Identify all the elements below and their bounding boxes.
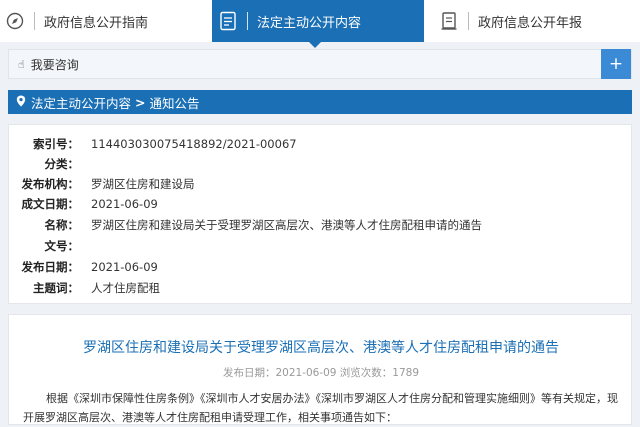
info-row-publisher: 发布机构： 罗湖区住房和建设局 [9,174,195,194]
article-body: 根据《深圳市保障性住房条例》《深圳市人才安居办法》《深圳市罗湖区人才住房分配和管… [23,392,618,424]
info-value: 2021-06-09 [91,260,158,274]
info-key: 主题词： [33,281,79,295]
tab-divider [34,12,35,30]
info-key: 发布日期： [21,260,80,274]
info-row-doc-number: 文号： [9,236,91,256]
top-tabs: 政府信息公开指南 法定主动公开内容 政府信息公开年报 [0,0,640,48]
tab-divider [247,12,248,30]
info-value: 人才住房配租 [91,281,160,295]
hand-pointer-icon: ☝ [18,57,25,71]
tab-statutory-content[interactable]: 法定主动公开内容 [212,0,424,48]
article: 罗湖区住房和建设局关于受理罗湖区高层次、港澳等人才住房配租申请的通告 发布日期：… [8,314,632,425]
breadcrumb-current[interactable]: 通知公告 [150,93,200,112]
article-title: 罗湖区住房和建设局关于受理罗湖区高层次、港澳等人才住房配租申请的通告 [83,340,559,356]
info-value: 2021-06-09 [91,197,158,211]
info-key: 发布机构： [21,177,80,191]
tab-disclosure-guide[interactable]: 政府信息公开指南 [0,0,212,42]
compass-icon [6,12,24,30]
info-row-subject: 主题词： 人才住房配租 [9,278,160,298]
info-value: 114403030075418892/2021-00067 [91,137,297,151]
info-row-name: 名称： 罗湖区住房和建设局关于受理罗湖区高层次、港澳等人才住房配租申请的通告 [9,215,483,235]
info-row-created-date: 成文日期： 2021-06-09 [9,194,158,214]
consult-label: 我要咨询 [30,57,79,72]
consult-bar[interactable]: ☝ 我要咨询 + [8,49,632,79]
info-row-index: 索引号： 114403030075418892/2021-00067 [9,134,297,154]
breadcrumb-separator: > [135,94,146,110]
info-key: 分类： [44,157,80,171]
info-row-published-date: 发布日期： 2021-06-09 [9,257,158,277]
info-key: 索引号： [33,137,79,151]
report-icon [440,11,458,31]
breadcrumb-link-statutory[interactable]: 法定主动公开内容 [31,93,131,112]
breadcrumb: 法定主动公开内容 > 通知公告 [8,90,632,114]
tab-label: 政府信息公开年报 [478,15,583,31]
info-key: 名称： [44,218,80,232]
document-icon [219,11,237,31]
info-value: 罗湖区住房和建设局 [91,177,195,191]
document-info-panel: 索引号： 114403030075418892/2021-00067 分类： 发… [8,124,632,304]
tab-divider [468,12,469,30]
info-key: 成文日期： [21,197,80,211]
tab-label: 法定主动公开内容 [257,15,362,31]
article-meta: 发布日期：2021-06-09 浏览次数：1789 [222,367,420,379]
expand-plus-button[interactable]: + [601,49,631,79]
tab-annual-report[interactable]: 政府信息公开年报 [424,0,640,42]
tab-label: 政府信息公开指南 [44,15,149,31]
info-row-category: 分类： [9,154,91,174]
info-key: 文号： [44,239,80,253]
info-value: 罗湖区住房和建设局关于受理罗湖区高层次、港澳等人才住房配租申请的通告 [91,218,482,232]
location-pin-icon [16,95,26,110]
